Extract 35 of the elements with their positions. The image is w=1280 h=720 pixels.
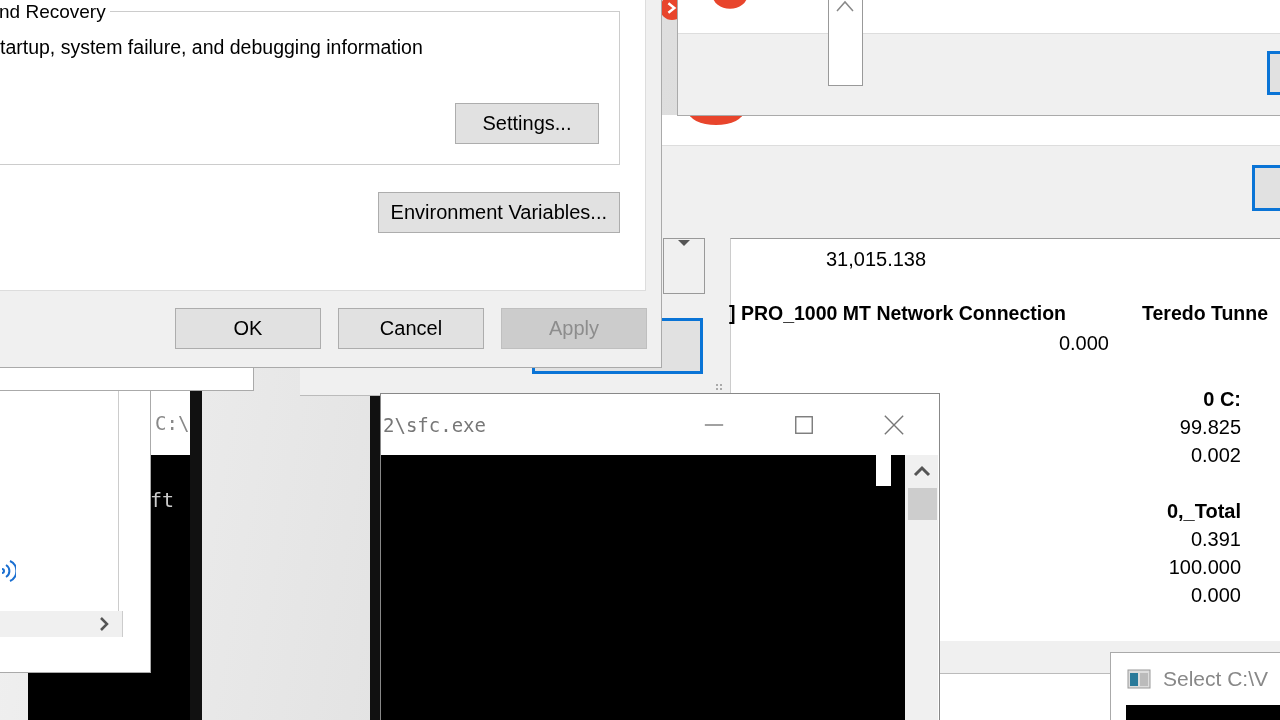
settings-button[interactable]: Settings... [455, 103, 599, 144]
resize-grip-icon [715, 383, 723, 391]
description-text: tartup, system failure, and debugging information [0, 36, 423, 59]
cursor-icon [876, 455, 891, 486]
sound-icon [0, 559, 16, 583]
window-title: C:\ [155, 411, 190, 434]
counter-value: 31,015.138 [826, 248, 927, 271]
scroll-bar[interactable] [905, 455, 938, 720]
scroll-bar[interactable] [828, 0, 863, 86]
counter-value: 100.000 [1168, 555, 1241, 580]
environment-variables-button[interactable]: Environment Variables... [377, 192, 620, 233]
dropdown-field[interactable] [663, 238, 705, 294]
caret-icon [677, 239, 691, 247]
scroll-bar[interactable] [0, 611, 123, 637]
dialog-button[interactable]: OK [175, 308, 321, 349]
counter-value: 0.002 [1190, 443, 1241, 468]
scroll-thumb[interactable] [908, 488, 937, 520]
console-text: ft [150, 488, 175, 512]
maximize-icon[interactable] [793, 413, 815, 436]
caret-icon [912, 465, 932, 477]
caret-icon [835, 0, 855, 12]
counter-value: 0.000 [1058, 332, 1109, 355]
window-title: Select C:\V [1163, 667, 1269, 691]
counter-header: Teredo Tunne [1142, 302, 1269, 325]
counter-value: 99.825 [1179, 415, 1241, 440]
counter-value: 0.391 [1190, 527, 1241, 552]
counter-header: 0,_Total [1166, 499, 1241, 524]
counter-value: 0.000 [1190, 583, 1241, 608]
counter-header: 0 C: [1203, 387, 1241, 412]
console-icon [1127, 669, 1151, 689]
chevron-right-icon [99, 617, 109, 631]
window-title: 2\sfc.exe [383, 413, 487, 436]
counter-header: ] PRO_1000 MT Network Connection [729, 302, 1066, 325]
dialog-button[interactable]: Cancel [338, 308, 484, 349]
close-icon[interactable] [883, 413, 905, 436]
